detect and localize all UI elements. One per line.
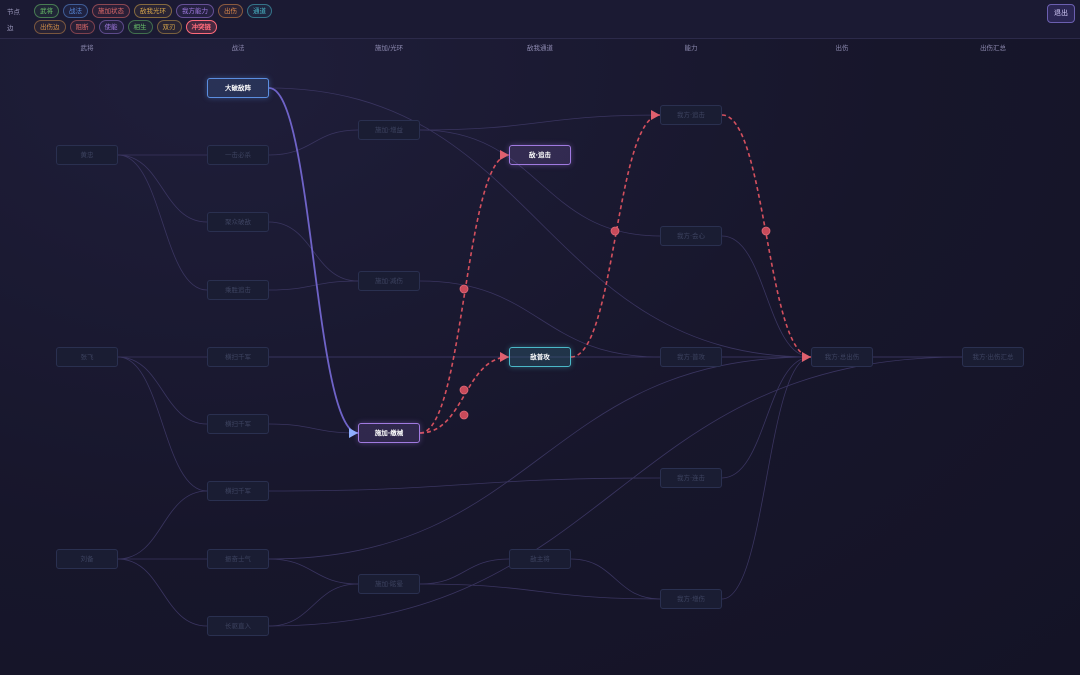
column-header: 出伤汇总 <box>980 44 1006 52</box>
column-header: 武将 <box>80 44 94 52</box>
edge-filter-chip[interactable]: 双刃 <box>156 20 182 34</box>
edge-layer <box>117 87 963 627</box>
graph-node[interactable]: 敌主将 <box>509 549 571 569</box>
graph-node[interactable]: 我方·总出伤 <box>811 347 873 367</box>
node-filter-chip[interactable]: 出伤 <box>218 4 243 18</box>
graph-node[interactable]: 敌普攻 <box>509 347 571 367</box>
node-filter-chip[interactable]: 施加状态 <box>92 4 130 18</box>
graph-node[interactable]: 大破敌阵 <box>207 78 269 98</box>
graph-node[interactable]: 施加·减伤 <box>358 271 420 291</box>
graph-node[interactable]: 横扫千军 <box>207 414 269 434</box>
graph-node[interactable]: 横扫千军 <box>207 347 269 367</box>
exit-button[interactable]: 退出 <box>1047 4 1075 23</box>
graph-node[interactable]: 我方·追击 <box>660 105 722 125</box>
conflict-edge <box>570 114 661 358</box>
edge-arrow <box>500 150 509 160</box>
node-filter-chip[interactable]: 敌我光环 <box>134 4 172 18</box>
background-edge <box>268 583 359 627</box>
conflict-marker <box>459 410 469 420</box>
graph-node[interactable]: 振奋士气 <box>207 549 269 569</box>
node-filter-chip[interactable]: 我方能力 <box>176 4 214 18</box>
column-header: 敌我通道 <box>527 44 553 52</box>
background-edge <box>268 221 359 282</box>
edge-filter-chip[interactable]: 阻断 <box>69 20 95 34</box>
column-header: 能力 <box>684 44 698 52</box>
background-edge <box>268 356 812 560</box>
column-header: 施加/光环 <box>374 44 404 52</box>
graph-node[interactable]: 我方·会心 <box>660 226 722 246</box>
edge-arrow <box>802 352 811 362</box>
background-edge <box>721 356 812 479</box>
conflict-marker <box>610 226 620 236</box>
node-filter-label: 节点 <box>7 8 20 16</box>
background-edge <box>117 558 208 627</box>
conflict-edge <box>419 356 510 434</box>
edge-arrow <box>349 428 358 438</box>
background-edge <box>117 154 208 291</box>
background-edge <box>268 129 359 156</box>
graph-node[interactable]: 敌·追击 <box>509 145 571 165</box>
graph-node[interactable]: 刘备 <box>56 549 118 569</box>
graph-node[interactable]: 施加·缴械 <box>358 423 420 443</box>
node-filter-row: 节点 武将 战法 施加状态 敌我光环 我方能力 出伤 通道 <box>7 4 276 18</box>
edge-arrow <box>500 352 509 362</box>
edge-filter-chip[interactable]: 冲突链 <box>185 20 217 34</box>
graph-node[interactable]: 施加·增益 <box>358 120 420 140</box>
background-edge <box>117 154 208 223</box>
background-edge <box>268 477 661 492</box>
background-edge <box>117 356 208 492</box>
node-filter-chip[interactable]: 通道 <box>247 4 272 18</box>
conflict-marker <box>761 226 771 236</box>
graph-node[interactable]: 聚众破敌 <box>207 212 269 232</box>
graph-node[interactable]: 一击必杀 <box>207 145 269 165</box>
background-edge <box>268 558 359 585</box>
background-edge <box>721 235 812 358</box>
graph-node[interactable]: 黄忠 <box>56 145 118 165</box>
column-header: 战法 <box>231 44 245 52</box>
graph-node[interactable]: 我方·增伤 <box>660 589 722 609</box>
edge-filter-chip[interactable]: 使能 <box>98 20 124 34</box>
graph-node[interactable]: 乘胜追击 <box>207 280 269 300</box>
filter-toolbar: 节点 武将 战法 施加状态 敌我光环 我方能力 出伤 通道 边 出伤边 阻断 使能 相生 双刃 冲突链… <box>0 0 1080 39</box>
edge-filter-row: 边 出伤边 阻断 使能 相生 双刃 冲突链 <box>7 20 221 34</box>
background-edge <box>117 356 208 425</box>
background-edge <box>721 356 812 600</box>
graph-node[interactable]: 我方·连击 <box>660 468 722 488</box>
node-filter-chip[interactable]: 战法 <box>63 4 88 18</box>
node-filter-chip[interactable]: 武将 <box>34 4 59 18</box>
background-edge <box>268 280 359 291</box>
graph-node[interactable]: 我方·普攻 <box>660 347 722 367</box>
graph-node[interactable]: 我方·出伤汇总 <box>962 347 1024 367</box>
edge-filter-chip[interactable]: 相生 <box>127 20 153 34</box>
background-edge <box>268 87 812 358</box>
graph-node[interactable]: 长驱直入 <box>207 616 269 636</box>
background-edge <box>419 558 510 585</box>
edge-arrow <box>651 110 660 120</box>
graph-node[interactable]: 施加·眩晕 <box>358 574 420 594</box>
conflict-marker <box>459 385 469 395</box>
graph-node[interactable]: 横扫千军 <box>207 481 269 501</box>
column-header: 出伤 <box>835 44 849 52</box>
background-edge <box>117 490 208 560</box>
background-edge <box>268 423 359 434</box>
graph-node[interactable]: 张飞 <box>56 347 118 367</box>
conflict-marker <box>459 284 469 294</box>
background-edge <box>419 114 661 131</box>
background-edge <box>570 558 661 600</box>
conflict-edge <box>721 114 812 358</box>
edge-filter-label: 边 <box>7 24 14 32</box>
highlight-edge <box>268 87 359 434</box>
edge-filter-chip[interactable]: 出伤边 <box>34 20 66 34</box>
